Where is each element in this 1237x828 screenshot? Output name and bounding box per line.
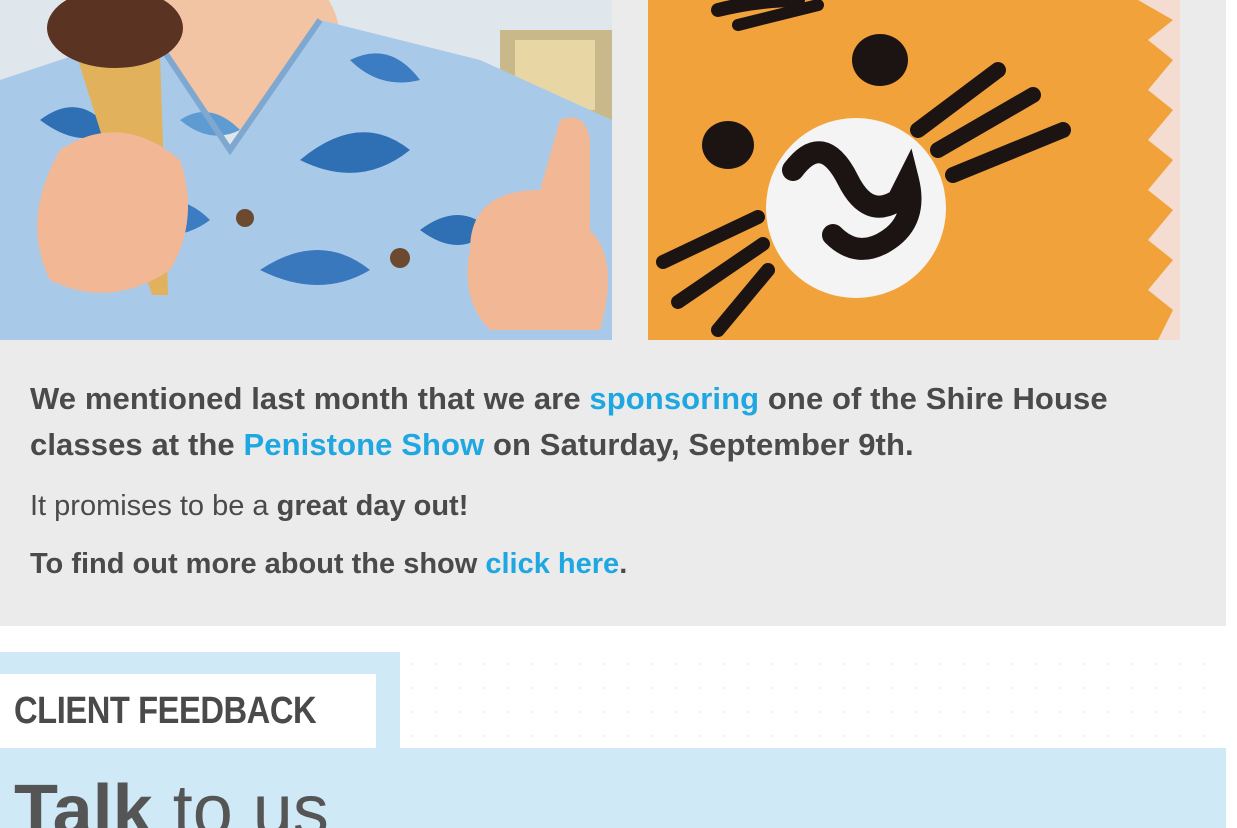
talk-title-bold: Talk <box>14 771 153 828</box>
more-text: To find out more about the show <box>30 548 486 580</box>
talk-to-us-title: Talk to us <box>14 770 329 828</box>
talk-title-light: to us <box>152 771 329 828</box>
lead-text: on Saturday, September 9th. <box>484 427 914 462</box>
feedback-dots-background <box>400 652 1226 748</box>
promise-text: It promises to be a <box>30 490 277 522</box>
more-text: . <box>619 548 628 580</box>
tiger-cake-photo <box>648 0 1180 340</box>
boy-ice-cream-photo <box>0 0 612 340</box>
click-here-link[interactable]: click here <box>485 548 619 580</box>
client-feedback-heading: CLIENT FEEDBACK <box>14 690 317 732</box>
lead-text: We mentioned last month that we are <box>30 381 590 416</box>
find-out-more-paragraph: To find out more about the show click he… <box>30 544 1210 584</box>
news-text: We mentioned last month that we are spon… <box>30 376 1210 584</box>
promise-highlight: great day out! <box>276 490 469 522</box>
sponsoring-link[interactable]: sponsoring <box>589 381 759 416</box>
promise-paragraph: It promises to be a great day out! <box>30 486 1210 526</box>
news-panel: We mentioned last month that we are spon… <box>0 0 1226 626</box>
penistone-show-link[interactable]: Penistone Show <box>243 427 484 462</box>
sponsorship-paragraph: We mentioned last month that we are spon… <box>30 376 1210 468</box>
